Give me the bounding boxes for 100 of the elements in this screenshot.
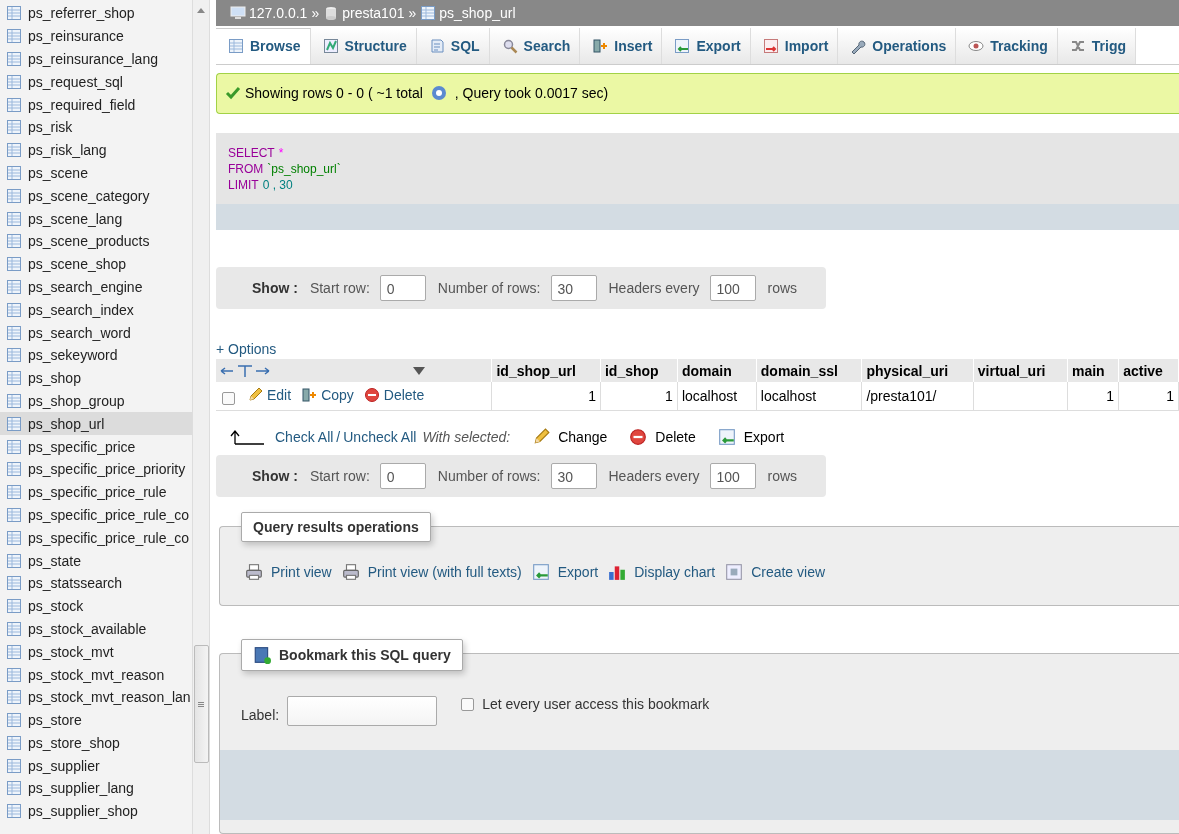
start-row-field[interactable]: 0 (379, 275, 426, 302)
sidebar-item[interactable]: ps_stock_mvt_reason (0, 663, 192, 686)
sidebar-item[interactable]: ps_search_index (0, 298, 192, 322)
dropdown-caret-icon[interactable] (413, 366, 425, 375)
sidebar-item[interactable]: ps_reinsurance_lang (0, 47, 192, 71)
sidebar-item[interactable]: ps_specific_price_priority (0, 457, 192, 481)
breadcrumb-link[interactable]: 127.0.0.1 (230, 4, 308, 21)
column-header[interactable]: active (1118, 359, 1179, 383)
table-icon (6, 552, 22, 569)
sidebar-item[interactable]: ps_scene (0, 161, 192, 185)
operation-link[interactable]: Create view (725, 562, 826, 581)
row-count-field[interactable]: 30 (550, 462, 597, 489)
check-icon (225, 85, 241, 102)
sidebar-item[interactable]: ps_state (0, 549, 192, 572)
sidebar-item[interactable]: ps_specific_price_rule (0, 480, 192, 504)
sidebar-item[interactable]: ps_scene_products (0, 229, 192, 253)
sidebar-item[interactable]: ps_supplier (0, 754, 192, 778)
sidebar-item[interactable]: ps_reinsurance (0, 24, 192, 48)
sidebar-item[interactable]: ps_required_field (0, 93, 192, 116)
sidebar-item[interactable]: ps_store (0, 708, 192, 732)
row-count-field[interactable]: 30 (550, 275, 597, 302)
search-icon (501, 37, 518, 54)
bulk-action-button[interactable]: Delete (629, 428, 696, 446)
tab[interactable]: Import (750, 27, 839, 64)
pencil-icon (532, 428, 551, 446)
sidebar-item[interactable]: ps_stock_mvt (0, 640, 192, 664)
sidebar-item[interactable]: ps_supplier_lang (0, 777, 192, 800)
sidebar-item[interactable]: ps_shop (0, 366, 192, 390)
table-icon (6, 51, 22, 67)
sidebar-item[interactable]: ps_shop_group (0, 389, 192, 413)
row-count-label: Number of rows: (437, 280, 541, 297)
start-row-field[interactable]: 0 (379, 462, 426, 489)
bulk-action-button[interactable]: Change (532, 428, 608, 446)
column-header[interactable]: id_shop_url (492, 359, 601, 383)
column-header[interactable]: id_shop (600, 359, 678, 383)
sidebar-item[interactable]: ps_shop_url (0, 412, 192, 436)
column-header[interactable]: main (1067, 359, 1119, 383)
start-row-label: Start row: (309, 467, 370, 484)
column-header[interactable]: domain_ssl (756, 359, 862, 383)
table-cell: 1 (1118, 382, 1179, 411)
column-header[interactable]: domain (677, 359, 757, 383)
sidebar-item[interactable]: ps_stock (0, 594, 192, 618)
tab[interactable]: Operations (838, 27, 957, 64)
sidebar-item[interactable]: ps_specific_price (0, 435, 192, 458)
tab[interactable]: Trigg (1057, 27, 1137, 64)
sidebar-item[interactable]: ps_search_engine (0, 275, 192, 299)
table-icon (6, 620, 22, 637)
tab[interactable]: Insert (580, 27, 663, 64)
sidebar-item[interactable]: ps_risk_lang (0, 138, 192, 162)
operation-link[interactable]: Display chart (608, 562, 716, 581)
sidebar-item[interactable]: ps_supplier_shop (0, 799, 192, 823)
tab[interactable]: Export (662, 27, 751, 64)
row-action-link[interactable]: Copy (301, 386, 354, 403)
operation-link[interactable]: Export (531, 562, 599, 581)
column-arrows-icon[interactable] (220, 363, 270, 378)
sidebar-item[interactable]: ps_referrer_shop (0, 2, 192, 25)
row-action-link[interactable]: Edit (247, 386, 292, 403)
tab[interactable]: Structure (310, 27, 417, 64)
sidebar-item[interactable]: ps_specific_price_rule_co (0, 526, 192, 550)
sidebar-item[interactable]: ps_specific_price_rule_co (0, 503, 192, 527)
scrollbar-thumb[interactable] (193, 645, 209, 763)
label-caption: Label: (241, 707, 280, 724)
operation-link[interactable]: Print view (245, 562, 332, 581)
headers-every-field[interactable]: 100 (709, 462, 756, 489)
sidebar-item[interactable]: ps_store_shop (0, 731, 192, 755)
breadcrumb-link[interactable]: ps_shop_url (420, 4, 516, 21)
headers-every-field[interactable]: 100 (709, 275, 756, 302)
sidebar-item[interactable]: ps_risk (0, 116, 192, 139)
column-header[interactable]: physical_uri (861, 359, 974, 383)
check-all-link[interactable]: Check All (275, 429, 334, 445)
tab[interactable]: Browse (216, 27, 311, 64)
label-field[interactable] (287, 696, 438, 727)
tab[interactable]: SQL (416, 27, 490, 64)
bulk-action-button[interactable]: Export (717, 428, 785, 446)
sidebar-item[interactable]: ps_search_word (0, 321, 192, 344)
uncheck-all-link[interactable]: Uncheck All (343, 429, 417, 445)
headers-every-label: Headers every (608, 280, 700, 297)
row-action-link[interactable]: Delete (363, 386, 425, 403)
sidebar-item[interactable]: ps_statssearch (0, 571, 192, 595)
options-link[interactable]: + Options (216, 341, 277, 358)
import-icon (762, 37, 779, 54)
row-checkbox[interactable] (222, 392, 235, 406)
sidebar-item[interactable]: ps_sekeyword (0, 343, 192, 367)
table-icon (6, 484, 22, 501)
breadcrumb-link[interactable]: presta101 (323, 4, 405, 21)
sidebar-item[interactable]: ps_request_sql (0, 70, 192, 94)
column-header[interactable]: virtual_uri (973, 359, 1068, 383)
sidebar-item[interactable]: ps_scene_shop (0, 252, 192, 276)
sidebar-item[interactable]: ps_scene_lang (0, 207, 192, 230)
scrollbar[interactable] (193, 0, 210, 834)
scroll-up-icon[interactable] (197, 8, 205, 13)
table-cell: localhost (756, 382, 862, 411)
tab[interactable]: Tracking (956, 27, 1058, 64)
sidebar-item[interactable]: ps_stock_mvt_reason_lan (0, 685, 192, 709)
share-checkbox[interactable] (461, 697, 475, 711)
tab[interactable]: Search (489, 27, 581, 64)
sidebar-item[interactable]: ps_stock_available (0, 617, 192, 641)
rows-label: rows (767, 467, 798, 484)
operation-link[interactable]: Print view (with full texts) (341, 562, 522, 581)
sidebar-item[interactable]: ps_scene_category (0, 184, 192, 208)
